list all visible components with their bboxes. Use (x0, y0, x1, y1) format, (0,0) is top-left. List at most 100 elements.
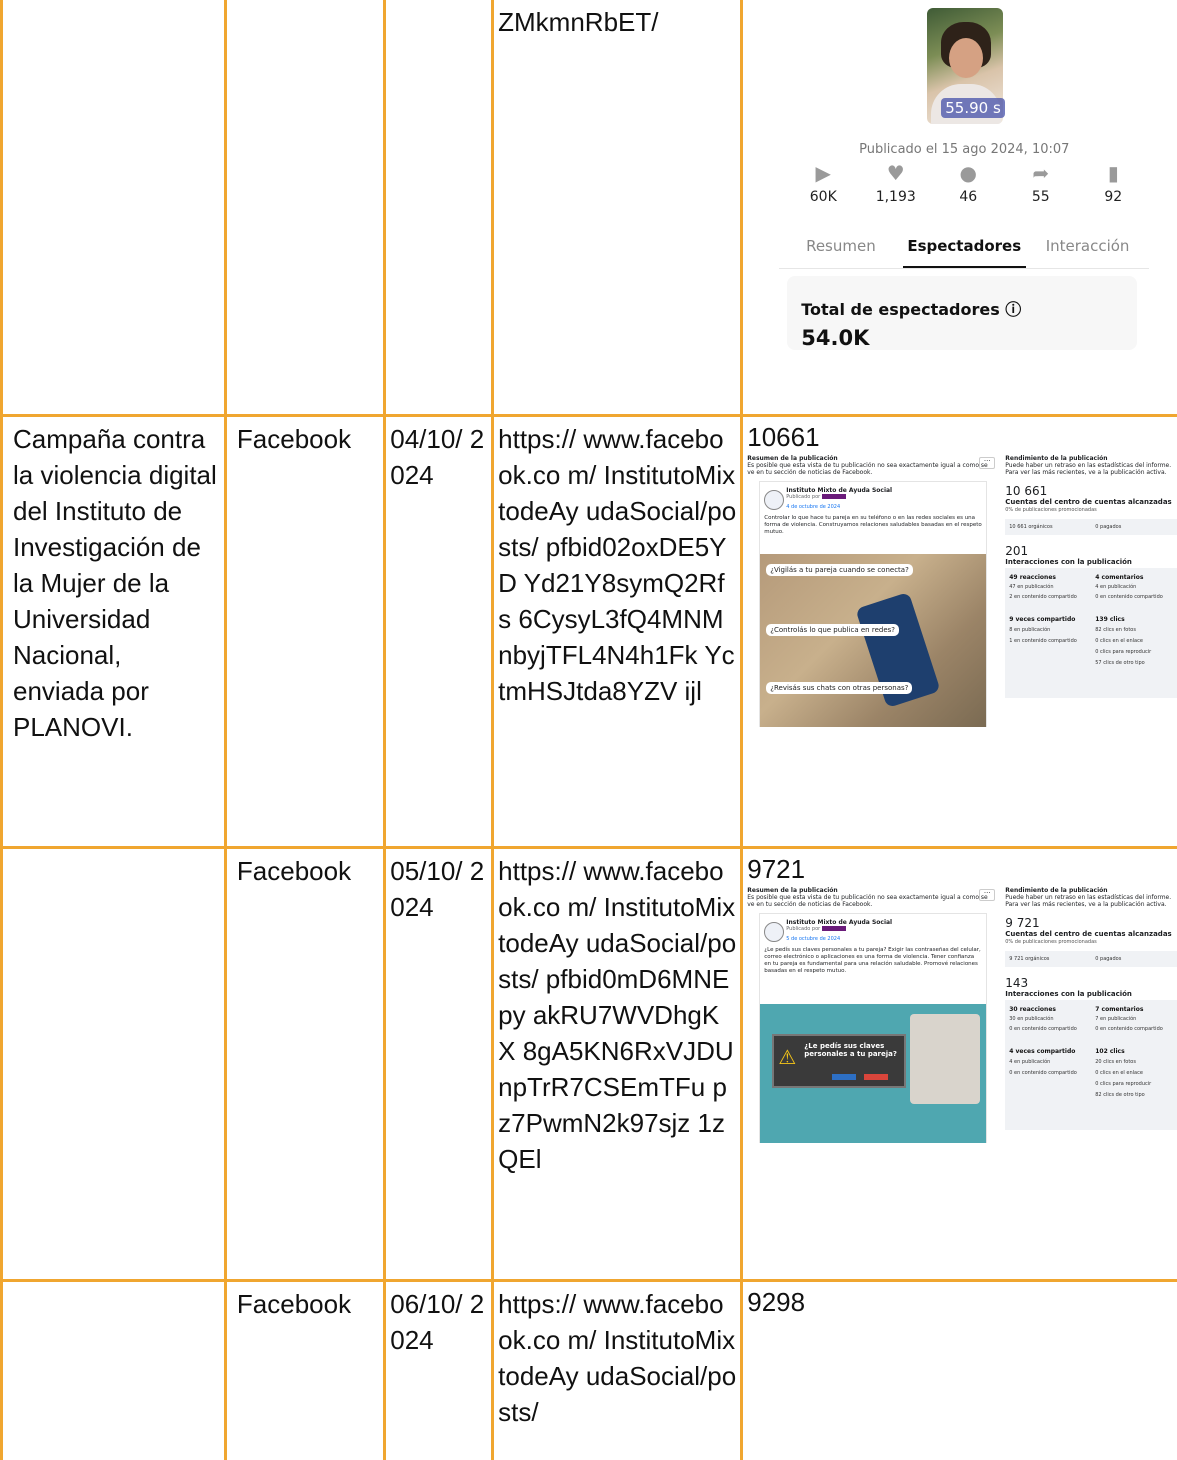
chat-bubble: ¿Vigilás a tu pareja cuando se conecta? (766, 563, 913, 576)
campaign-cell (0, 845, 227, 1282)
chat-bubble: ¿Controlás lo que publica en redes? (766, 623, 899, 636)
platform-name: Facebook (236, 1288, 352, 1319)
campaign-description: Campaña contra la violencia digital del … (13, 423, 217, 742)
total-viewers-card: Total de espectadores ⓘ 54.0K (787, 276, 1138, 350)
tiktok-analytics-screenshot: 55.90 s Publicado el 15 ago 2024, 10:07 … (779, 0, 1150, 350)
date-cell: 05/10/ 2024 (383, 845, 495, 1282)
post-date-label: 4 de octubre de 2024 (786, 503, 841, 510)
post-url[interactable]: ZMkmnRbET/ (496, 0, 739, 40)
analytics-tabs: Resumen Espectadores Interacción (779, 228, 1150, 269)
post-date: 05/10/ 2024 (390, 855, 485, 922)
share-icon: ➦ (1032, 161, 1050, 185)
total-viewers-value: 54.0K (801, 326, 870, 350)
heart-icon: ♥ (886, 161, 905, 185)
chat-bubble: ¿Revisás sus chats con otras personas? (766, 681, 913, 694)
report-table: ZMkmnRbET/ 55.90 s Publicado el 15 ago 2… (0, 0, 1177, 1460)
post-image: ⚠ ¿Le pedís sus claves personales a tu p… (760, 1003, 987, 1143)
published-by: Publicado por (786, 493, 846, 501)
post-url[interactable]: https:// www.facebook.co m/ InstitutoMix… (496, 850, 739, 1177)
platform-cell: Facebook (223, 413, 387, 849)
comment-icon: ● (959, 161, 977, 185)
monitor-illustration (910, 1013, 981, 1104)
date-cell (383, 0, 495, 417)
post-preview: Instituto Mixto de Ayuda Social Publicad… (759, 912, 988, 1143)
reach-value: 9721 (747, 853, 806, 884)
organic-paid-box: 9 721 orgánicos 0 pagados (1005, 950, 1177, 967)
tab-interaccion[interactable]: Interacción (1026, 228, 1149, 268)
warning-icon: ⚠ (778, 1044, 797, 1069)
likes-count: 1,193 (875, 189, 916, 205)
facebook-insights-screenshot: Resumen de la publicación Es posible que … (747, 454, 1177, 727)
saves-count: 92 (1104, 189, 1123, 205)
performance-header: Rendimiento de la publicación Puede haber… (1005, 454, 1172, 476)
published-by: Publicado por (786, 925, 846, 933)
post-url[interactable]: https:// www.facebook.co m/ InstitutoMix… (496, 418, 739, 709)
facebook-insights-screenshot: Resumen de la publicación Es posible que … (747, 886, 1177, 1143)
reach-label: Cuentas del centro de cuentas alcanzadas (1005, 497, 1172, 506)
platform-name: Facebook (236, 855, 352, 886)
table-row: ZMkmnRbET/ 55.90 s Publicado el 15 ago 2… (0, 0, 1177, 417)
interactions-grid: 49 reacciones 4 comentarios 47 en publica… (1005, 567, 1177, 698)
post-url[interactable]: https:// www.facebook.co m/ InstitutoMix… (496, 1283, 739, 1430)
interactions-grid: 30 reacciones 7 comentarios 30 en publica… (1005, 999, 1177, 1130)
campaign-cell: Campaña contra la violencia digital del … (0, 413, 227, 849)
dialog-button (832, 1073, 857, 1080)
play-icon: ▶ (815, 161, 831, 185)
post-preview: Instituto Mixto de Ayuda Social Publicad… (759, 480, 988, 727)
url-cell: https:// www.facebook.co m/ InstitutoMix… (491, 845, 744, 1282)
dialog-text: ¿Le pedís sus claves personales a tu par… (804, 1041, 897, 1058)
post-date: 04/10/ 2024 (390, 423, 485, 490)
interactions-label: Interacciones con la publicación (1005, 989, 1132, 998)
comments-count: 46 (959, 189, 978, 205)
metrics-cell: 10661 Resumen de la publicación Es posibl… (740, 413, 1177, 849)
dialog-button (864, 1073, 889, 1080)
post-summary-header: Resumen de la publicación Es posible que … (747, 886, 988, 908)
table-row: Facebook 05/10/ 2024 https:// www.facebo… (0, 845, 1177, 1282)
url-cell: https:// www.facebook.co m/ InstitutoMix… (491, 413, 744, 849)
platform-cell (223, 0, 387, 417)
metrics-cell: 9298 (740, 1278, 1177, 1460)
table-row: Campaña contra la violencia digital del … (0, 413, 1177, 849)
bookmark-icon: ▮ (1107, 161, 1119, 185)
platform-cell: Facebook (223, 1278, 387, 1460)
more-options-icon: ··· (979, 456, 996, 469)
post-text: Controlar lo que hace tu pareja en su te… (764, 514, 982, 535)
date-cell: 04/10/ 2024 (383, 413, 495, 849)
url-cell: https:// www.facebook.co m/ InstitutoMix… (491, 1278, 744, 1460)
promo-label: 0% de publicaciones promocionadas (1005, 506, 1097, 513)
post-image: ¿Vigilás a tu pareja cuando se conecta? … (760, 553, 987, 727)
more-options-icon: ··· (979, 888, 996, 901)
reach-value: 9298 (747, 1286, 806, 1317)
post-date-label: 5 de octubre de 2024 (786, 935, 841, 942)
reach-label: Cuentas del centro de cuentas alcanzadas (1005, 929, 1172, 938)
metrics-cell: 55.90 s Publicado el 15 ago 2024, 10:07 … (740, 0, 1177, 417)
promo-label: 0% de publicaciones promocionadas (1005, 938, 1097, 945)
performance-header: Rendimiento de la publicación Puede haber… (1005, 886, 1172, 908)
platform-cell: Facebook (223, 845, 387, 1282)
reach-big: 10 661 (1005, 483, 1048, 498)
reach-value: 10661 (747, 421, 820, 452)
organic-paid-box: 10 661 orgánicos 0 pagados (1005, 518, 1177, 535)
campaign-cell (0, 1278, 227, 1460)
tab-resumen[interactable]: Resumen (779, 228, 902, 268)
warning-dialog: ⚠ ¿Le pedís sus claves personales a tu p… (772, 1033, 907, 1088)
views-count: 60K (809, 189, 837, 205)
post-date: 06/10/ 2024 (390, 1288, 485, 1355)
interactions-label: Interacciones con la publicación (1005, 557, 1132, 566)
shares-count: 55 (1031, 189, 1050, 205)
url-cell: ZMkmnRbET/ (491, 0, 744, 417)
interactions-big: 143 (1005, 975, 1029, 990)
page-avatar (764, 921, 785, 942)
table-row: Facebook 06/10/ 2024 https:// www.facebo… (0, 1278, 1177, 1460)
stats-row: ▶ 60K ♥ 1,193 ● 46 ➦ 55 ▮ 92 (793, 160, 1143, 208)
interactions-big: 201 (1005, 543, 1029, 558)
reach-big: 9 721 (1005, 915, 1040, 930)
date-cell: 06/10/ 2024 (383, 1278, 495, 1460)
metrics-cell: 9721 Resumen de la publicación Es posible… (740, 845, 1177, 1282)
page-name: Instituto Mixto de Ayuda Social (786, 918, 893, 926)
tab-espectadores[interactable]: Espectadores (902, 228, 1026, 268)
post-summary-header: Resumen de la publicación Es posible que … (747, 454, 988, 476)
page-avatar (764, 489, 785, 510)
page-name: Instituto Mixto de Ayuda Social (786, 486, 893, 494)
platform-name: Facebook (236, 423, 352, 454)
